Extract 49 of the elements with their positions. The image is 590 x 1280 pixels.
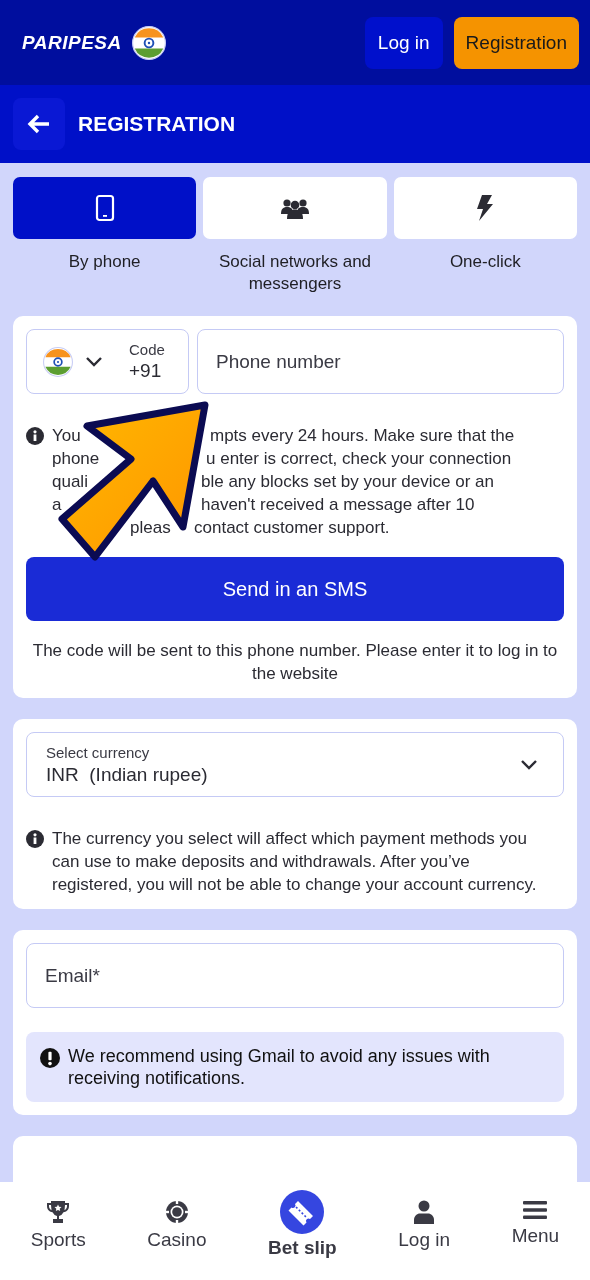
method-label: Social networks and messengers (217, 251, 373, 295)
nav-item[interactable]: Casino (143, 1190, 211, 1251)
people-icon (281, 197, 309, 219)
back-button[interactable] (13, 98, 65, 150)
send-sms-button[interactable]: Send in an SMS (26, 557, 564, 621)
notice-text: quali (52, 471, 88, 493)
method-label: One-click (449, 251, 521, 273)
back-arrow-icon (27, 114, 51, 134)
notice-text: mpts every 24 hours. Make sure that the (210, 425, 515, 447)
nav-item[interactable]: Bet slip (264, 1190, 341, 1259)
nav-item[interactable]: Menu (507, 1190, 564, 1247)
notice-text: pleas (130, 517, 171, 539)
notice-text: haven't received a message after 10 (201, 494, 475, 516)
page-title: REGISTRATION (78, 112, 236, 136)
method-label: By phone (68, 251, 141, 273)
notice-text: u enter is correct, check your connection (206, 448, 512, 470)
menu-icon (523, 1200, 548, 1220)
hint-text: The code will be sent to this phone number. Please enter it to log in to the website (31, 640, 559, 685)
notice-text: a (52, 494, 62, 516)
info-icon (26, 830, 44, 848)
login-button[interactable]: Log in (364, 16, 443, 69)
currency-select[interactable]: Select currency INR (Indian rupee) (26, 732, 564, 797)
registration-button[interactable]: Registration (453, 16, 579, 69)
method-tab[interactable] (203, 177, 387, 239)
country-code-picker[interactable]: Code +91 (26, 329, 189, 394)
lightning-icon (476, 195, 495, 221)
logo: PARIPESA (22, 31, 122, 54)
trophy-icon (46, 1200, 71, 1224)
notice-text: contact customer support. (194, 517, 390, 539)
india-flag-icon (131, 25, 166, 60)
poker-chip-icon (164, 1200, 189, 1224)
nav-item[interactable]: Sports (26, 1190, 90, 1251)
notice-text: We recommend using Gmail to avoid any issues with receiving notifications. (68, 1045, 491, 1089)
notice-text: ble any blocks set by your device or an (201, 471, 494, 493)
person-icon (413, 1200, 436, 1224)
notice-text: phone (52, 448, 100, 470)
phone-number-field[interactable]: Phone number (197, 329, 564, 394)
info-icon (26, 427, 44, 445)
notice-text: You (52, 425, 81, 447)
chevron-down-icon (85, 356, 103, 367)
india-flag-icon (43, 346, 73, 377)
email-field[interactable]: Email* (26, 943, 564, 1008)
nav-item[interactable]: Log in (394, 1190, 455, 1251)
notice-text: The currency you select will affect which payment methods you can use to make deposits and withdrawals. After you’ve registered, you will not be able to change your account currency. (52, 828, 538, 896)
ticket-icon (280, 1190, 325, 1234)
phone-icon (94, 194, 115, 222)
exclamation-icon (40, 1048, 60, 1068)
chevron-down-icon (520, 759, 538, 770)
method-tab[interactable] (13, 177, 197, 239)
